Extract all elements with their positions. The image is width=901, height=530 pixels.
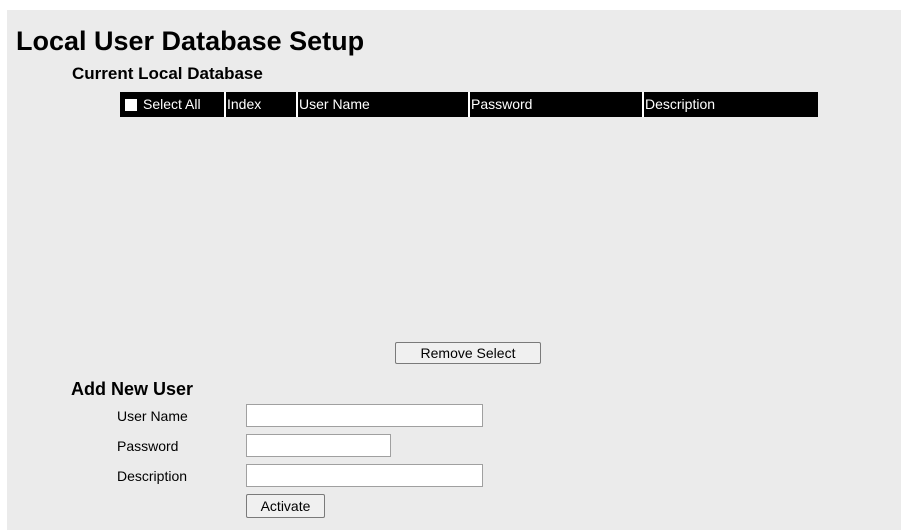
user-name-input[interactable]: [246, 404, 483, 427]
select-all-control[interactable]: Select All: [125, 92, 201, 117]
select-all-label: Select All: [143, 96, 201, 112]
password-label: Password: [117, 438, 179, 454]
column-header-user-name: User Name: [299, 96, 370, 112]
add-new-user-title: Add New User: [71, 379, 194, 399]
password-input[interactable]: [246, 434, 391, 457]
user-table-header: Select All Index User Name Password Desc…: [120, 92, 818, 117]
current-database-title: Current Local Database: [72, 64, 263, 83]
activate-button[interactable]: Activate: [246, 494, 325, 518]
user-table-body: [120, 117, 818, 337]
column-header-description: Description: [645, 96, 716, 112]
column-header-password: Password: [471, 96, 533, 112]
description-label: Description: [117, 468, 188, 484]
column-divider: [642, 92, 644, 117]
user-name-label: User Name: [117, 408, 188, 424]
description-input[interactable]: [246, 464, 483, 487]
column-divider: [468, 92, 470, 117]
column-divider: [224, 92, 226, 117]
column-header-index: Index: [227, 96, 262, 112]
page-title: Local User Database Setup: [16, 26, 365, 56]
select-all-checkbox[interactable]: [125, 98, 137, 111]
column-divider: [296, 92, 298, 117]
remove-select-button[interactable]: Remove Select: [395, 342, 541, 364]
